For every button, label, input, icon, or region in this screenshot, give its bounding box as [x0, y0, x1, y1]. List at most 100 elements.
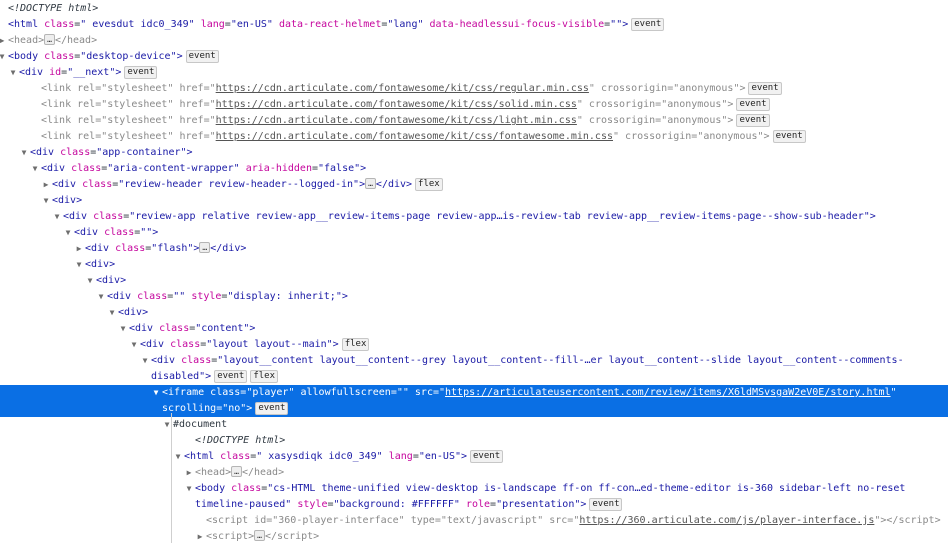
expand-triangle-icon[interactable]: ▼ — [151, 385, 161, 401]
attribute-value: "cs-HTML theme-unified view-desktop is-l… — [267, 483, 906, 494]
expand-ellipsis-button[interactable]: … — [365, 178, 376, 189]
expand-triangle-icon[interactable]: ▼ — [74, 257, 84, 273]
resource-link[interactable]: https://articulateusercontent.com/review… — [445, 387, 891, 398]
attribute-name: href — [179, 115, 204, 126]
expand-ellipsis-button[interactable]: … — [254, 530, 265, 541]
tag-name: <div> — [96, 275, 127, 286]
event-badge[interactable]: event — [214, 370, 248, 383]
attribute-name: role — [465, 499, 491, 510]
event-badge[interactable]: event — [748, 82, 782, 95]
attribute-name: id — [49, 67, 62, 78]
attribute-name: class — [220, 451, 251, 462]
dom-node-row[interactable]: <!DOCTYPE html> — [0, 1, 948, 17]
expand-triangle-icon[interactable]: ▼ — [19, 145, 29, 161]
dom-node-row[interactable]: ▼ <div class=""> — [0, 225, 948, 241]
expand-triangle-icon[interactable]: ▼ — [52, 209, 62, 225]
dom-node-row[interactable]: ▶ <script>… </script> — [0, 529, 948, 545]
dom-node-row[interactable]: ▼ <body class="desktop-device"> event — [0, 49, 948, 65]
dom-node-row[interactable]: <script id="360-player-interface" type="… — [0, 513, 948, 529]
flex-badge[interactable]: flex — [415, 178, 443, 191]
dom-node-row[interactable]: ▼ #document — [0, 417, 948, 433]
expand-triangle-icon[interactable]: ▼ — [0, 49, 7, 65]
dom-node-row[interactable]: ▶ <head>… </head> — [0, 33, 948, 49]
expand-triangle-icon[interactable]: ▼ — [107, 305, 117, 321]
dom-node-row[interactable]: ▼ <html class=" xasysdiqk idc0_349" lang=… — [0, 449, 948, 465]
resource-link[interactable]: https://cdn.articulate.com/fontawesome/k… — [216, 131, 613, 142]
event-badge[interactable]: event — [124, 66, 158, 79]
expand-triangle-icon[interactable]: ▼ — [8, 65, 18, 81]
expand-triangle-icon[interactable]: ▼ — [173, 449, 183, 465]
dom-node-row[interactable]: ▼ <body class="cs-HTML theme-unified view… — [0, 481, 948, 513]
dom-node-row[interactable]: ▼ <div class="layout__content layout__con… — [0, 353, 948, 385]
expand-triangle-icon[interactable]: ▼ — [118, 321, 128, 337]
expand-triangle-icon[interactable]: ▼ — [129, 337, 139, 353]
expand-ellipsis-button[interactable]: … — [199, 242, 211, 253]
collapse-triangle-icon[interactable]: ▶ — [184, 465, 194, 481]
dom-node-row[interactable]: <html class=" evesdut idc0_349" lang="en… — [0, 17, 948, 33]
resource-link[interactable]: https://cdn.articulate.com/fontawesome/k… — [216, 115, 577, 126]
resource-link[interactable]: https://cdn.articulate.com/fontawesome/k… — [216, 99, 577, 110]
collapse-triangle-icon[interactable]: ▶ — [195, 529, 205, 545]
event-badge[interactable]: event — [736, 98, 770, 111]
expand-triangle-icon[interactable]: ▼ — [30, 161, 40, 177]
resource-link[interactable]: https://cdn.articulate.com/fontawesome/k… — [216, 83, 589, 94]
attribute-name: class — [71, 163, 102, 174]
expand-triangle-icon[interactable]: ▼ — [85, 273, 95, 289]
dom-node-row-selected[interactable]: ▼ <iframe class="player" allowfullscreen=… — [0, 385, 948, 417]
dom-node-row[interactable]: ▼ <div class="aria-content-wrapper" aria-… — [0, 161, 948, 177]
attribute-value: "text/javascript" — [440, 515, 550, 526]
dom-node-row[interactable]: ▼ <div class="review-app relative review-… — [0, 209, 948, 225]
dom-node-row[interactable]: <link rel="stylesheet" href="https://cdn… — [0, 113, 948, 129]
dom-node-row[interactable]: ▼ <div class="app-container"> — [0, 145, 948, 161]
dom-node-row[interactable]: <link rel="stylesheet" href="https://cdn… — [0, 129, 948, 145]
dom-node-row[interactable]: ▼ <div class="content"> — [0, 321, 948, 337]
tag-name: <link — [41, 131, 78, 142]
collapse-triangle-icon[interactable]: ▶ — [41, 177, 51, 193]
expand-triangle-icon[interactable]: ▼ — [63, 225, 73, 241]
dom-node-row[interactable]: ▼ <div class="layout layout--main"> flex — [0, 337, 948, 353]
flex-badge[interactable]: flex — [250, 370, 278, 383]
dom-node-row[interactable]: ▼ <div> — [0, 257, 948, 273]
dom-node-row[interactable]: ▼ <div class="" style="display: inherit;"… — [0, 289, 948, 305]
dom-node-row[interactable]: ▼ <div> — [0, 273, 948, 289]
event-badge[interactable]: event — [185, 50, 219, 63]
expand-ellipsis-button[interactable]: … — [44, 34, 55, 45]
resource-link[interactable]: https://360.articulate.com/js/player-int… — [579, 515, 874, 526]
dom-node-row[interactable]: <!DOCTYPE html> — [0, 433, 948, 449]
attribute-value: "background: #FFFFFF" — [333, 499, 466, 510]
event-badge[interactable]: event — [589, 498, 623, 511]
expand-triangle-icon[interactable]: ▼ — [184, 481, 194, 497]
collapse-triangle-icon[interactable]: ▶ — [74, 241, 84, 257]
tag-name: </head> — [241, 467, 285, 478]
dom-node-row[interactable]: <link rel="stylesheet" href="https://cdn… — [0, 81, 948, 97]
flex-badge[interactable]: flex — [341, 338, 370, 351]
attribute-value: disabled"> — [151, 371, 212, 382]
event-badge[interactable]: event — [255, 402, 289, 415]
event-badge[interactable]: event — [470, 450, 504, 463]
attribute-name: class — [231, 483, 262, 494]
expand-triangle-icon[interactable]: ▼ — [96, 289, 106, 305]
dom-node-row[interactable]: ▼ <div> — [0, 193, 948, 209]
tag-name: </head> — [54, 35, 98, 46]
expand-ellipsis-button[interactable]: … — [231, 466, 242, 477]
attribute-name: href — [179, 83, 204, 94]
dom-node-row[interactable]: ▶ <div class="review-header review-header… — [0, 177, 948, 193]
tag-name: <div — [85, 243, 116, 254]
attribute-value: "" — [173, 291, 192, 302]
event-badge[interactable]: event — [736, 114, 770, 127]
dom-node-row[interactable]: ▶ <div class="flash">… </div> — [0, 241, 948, 257]
dom-node-row[interactable]: <link rel="stylesheet" href="https://cdn… — [0, 97, 948, 113]
attribute-name: rel — [77, 115, 96, 126]
dom-node-row[interactable]: ▼ <div id="__next"> event — [0, 65, 948, 81]
expand-triangle-icon[interactable]: ▼ — [140, 353, 150, 369]
expand-triangle-icon[interactable]: ▼ — [41, 193, 51, 209]
collapse-triangle-icon[interactable]: ▶ — [0, 33, 7, 49]
node-text: #document — [173, 419, 228, 430]
event-badge[interactable]: event — [772, 130, 806, 143]
event-badge[interactable]: event — [631, 18, 665, 31]
attribute-value: "false"> — [318, 163, 367, 174]
dom-node-row[interactable]: ▼ <div> — [0, 305, 948, 321]
attribute-value: "app-container"> — [96, 147, 193, 158]
doctype-node: <!DOCTYPE html> — [195, 435, 286, 446]
dom-node-row[interactable]: ▶ <head>… </head> — [0, 465, 948, 481]
